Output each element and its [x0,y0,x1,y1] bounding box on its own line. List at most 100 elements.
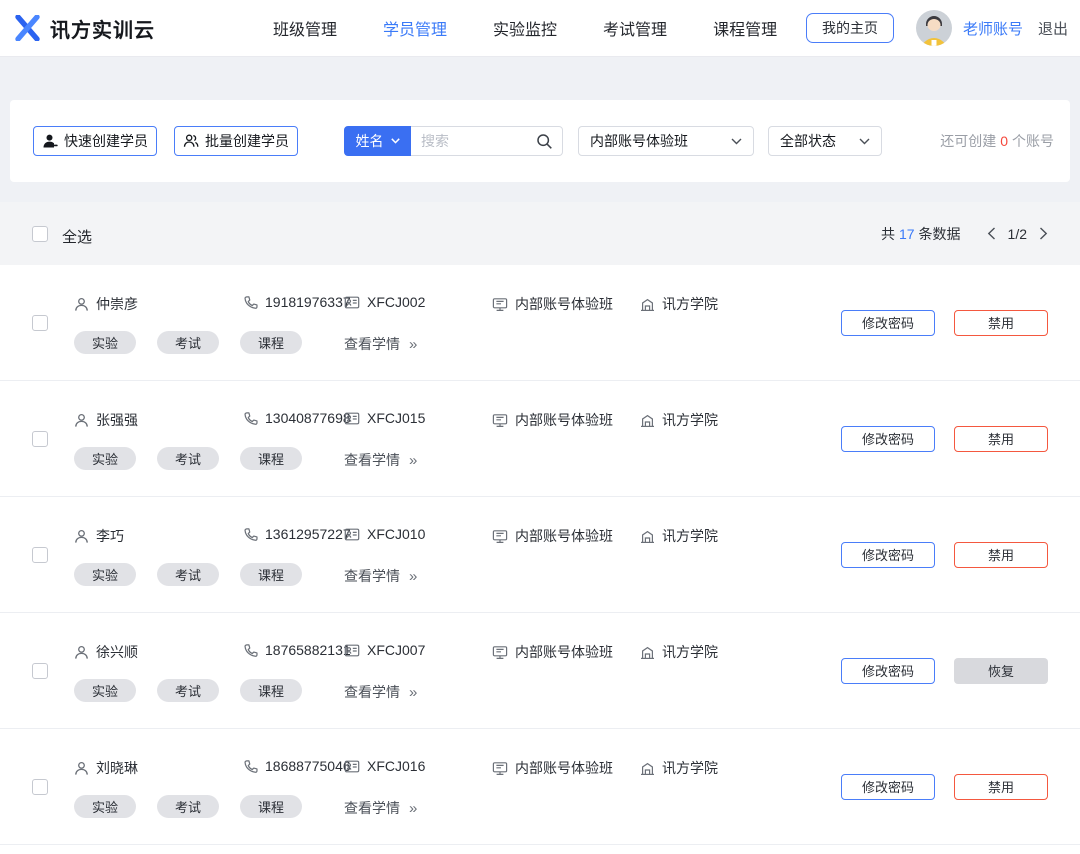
batch-create-label: 批量创建学员 [205,131,289,151]
student-class-field: 内部账号体验班 [492,642,613,662]
tag-exam[interactable]: 考试 [157,795,219,818]
phone-icon [243,527,258,542]
double-chevron-icon: » [409,568,417,585]
table-row: 刘晓琳 18688775046 XFCJ016 内部账号体验班 讯方学院 实验 … [0,729,1080,845]
nav-lab-monitor[interactable]: 实验监控 [493,16,557,40]
student-name-field: 徐兴顺 [74,642,138,662]
status-filter-select[interactable]: 全部状态 [768,126,882,156]
row-checkbox[interactable] [32,547,48,563]
row-checkbox[interactable] [32,431,48,447]
user-icon [74,761,89,776]
student-college: 讯方学院 [662,758,718,778]
nav-class-management[interactable]: 班级管理 [273,16,337,40]
search-field-label: 姓名 [356,131,384,151]
tag-experiment[interactable]: 实验 [74,331,136,354]
nav-student-management[interactable]: 学员管理 [383,16,447,40]
disable-button[interactable]: 禁用 [954,310,1048,336]
row-actions: 修改密码 禁用 [841,310,1048,336]
select-all-checkbox[interactable] [32,226,48,242]
tag-course[interactable]: 课程 [240,679,302,702]
student-phone: 19181976337 [265,294,351,310]
avatar[interactable] [916,10,952,46]
change-password-button[interactable]: 修改密码 [841,774,935,800]
student-college: 讯方学院 [662,294,718,314]
student-name-field: 仲崇彦 [74,294,138,314]
nav-exam-management[interactable]: 考试管理 [603,16,667,40]
student-account-field: XFCJ007 [344,642,425,658]
disable-button[interactable]: 禁用 [954,542,1048,568]
student-class-field: 内部账号体验班 [492,758,613,778]
class-filter-select[interactable]: 内部账号体验班 [578,126,754,156]
tag-course[interactable]: 课程 [240,795,302,818]
chevron-down-icon [859,138,870,145]
list-header-right: 共17条数据 1/2 [881,202,1050,265]
tag-experiment[interactable]: 实验 [74,679,136,702]
student-college-field: 讯方学院 [640,642,718,662]
tag-course[interactable]: 课程 [240,331,302,354]
change-password-button[interactable]: 修改密码 [841,310,935,336]
row-checkbox[interactable] [32,663,48,679]
view-learning-link[interactable]: 查看学情» [344,682,417,702]
permission-tags: 实验 考试 课程 [74,331,302,354]
tag-exam[interactable]: 考试 [157,563,219,586]
building-icon [640,645,655,660]
quota-prefix: 还可创建 [940,133,996,149]
tag-exam[interactable]: 考试 [157,447,219,470]
change-password-button[interactable]: 修改密码 [841,542,935,568]
table-row: 徐兴顺 18765882131 XFCJ007 内部账号体验班 讯方学院 实验 … [0,613,1080,729]
view-learning-link[interactable]: 查看学情 » [344,798,417,818]
id-card-icon [344,643,360,658]
main-nav: 班级管理 学员管理 实验监控 考试管理 课程管理 [273,16,777,40]
prev-page-button[interactable] [985,225,998,242]
student-account: XFCJ007 [367,642,425,658]
double-chevron-icon: » [409,800,417,817]
student-phone-field: 19181976337 [243,294,351,310]
tag-experiment[interactable]: 实验 [74,795,136,818]
user-icon [74,297,89,312]
tag-course[interactable]: 课程 [240,563,302,586]
class-icon [492,413,508,428]
change-password-button[interactable]: 修改密码 [841,426,935,452]
my-homepage-button[interactable]: 我的主页 [806,13,894,43]
view-learning-link[interactable]: 查看学情» [344,450,417,470]
search-icon[interactable] [536,133,553,150]
student-phone: 18765882131 [265,642,351,658]
student-account: XFCJ010 [367,526,425,542]
row-checkbox[interactable] [32,779,48,795]
toolbar-card: 快速创建学员 批量创建学员 姓名 [10,100,1070,182]
tag-exam[interactable]: 考试 [157,331,219,354]
tag-experiment[interactable]: 实验 [74,447,136,470]
student-phone-field: 18765882131 [243,642,351,658]
search-field-selector[interactable]: 姓名 [344,126,411,156]
nav-course-management[interactable]: 课程管理 [713,16,777,40]
student-name-field: 张强强 [74,410,138,430]
tag-course[interactable]: 课程 [240,447,302,470]
account-name[interactable]: 老师账号 [963,18,1023,39]
tag-exam[interactable]: 考试 [157,679,219,702]
view-learning-label: 查看学情 [344,684,400,700]
building-icon [640,413,655,428]
student-college-field: 讯方学院 [640,294,718,314]
row-actions: 修改密码 禁用 [841,542,1048,568]
student-phone-field: 13612957227 [243,526,351,542]
permission-tags: 实验 考试 课程 [74,679,302,702]
search-input[interactable] [411,127,529,155]
row-actions: 修改密码 禁用 [841,426,1048,452]
view-learning-label: 查看学情 [344,800,400,816]
building-icon [640,761,655,776]
view-learning-link[interactable]: 查看学情» [344,334,417,354]
disable-button[interactable]: 禁用 [954,774,1048,800]
row-actions: 修改密码 禁用 [841,774,1048,800]
quick-create-student-button[interactable]: 快速创建学员 [33,126,157,156]
batch-create-student-button[interactable]: 批量创建学员 [174,126,298,156]
change-password-button[interactable]: 修改密码 [841,658,935,684]
disable-button[interactable]: 禁用 [954,426,1048,452]
view-learning-label: 查看学情 [344,568,400,584]
tag-experiment[interactable]: 实验 [74,563,136,586]
view-learning-link[interactable]: 查看学情 » [344,566,417,586]
next-page-button[interactable] [1037,225,1050,242]
logout-link[interactable]: 退出 [1038,18,1068,39]
row-checkbox[interactable] [32,315,48,331]
header-right: 我的主页 老师账号 退出 [806,10,1068,46]
restore-button[interactable]: 恢复 [954,658,1048,684]
